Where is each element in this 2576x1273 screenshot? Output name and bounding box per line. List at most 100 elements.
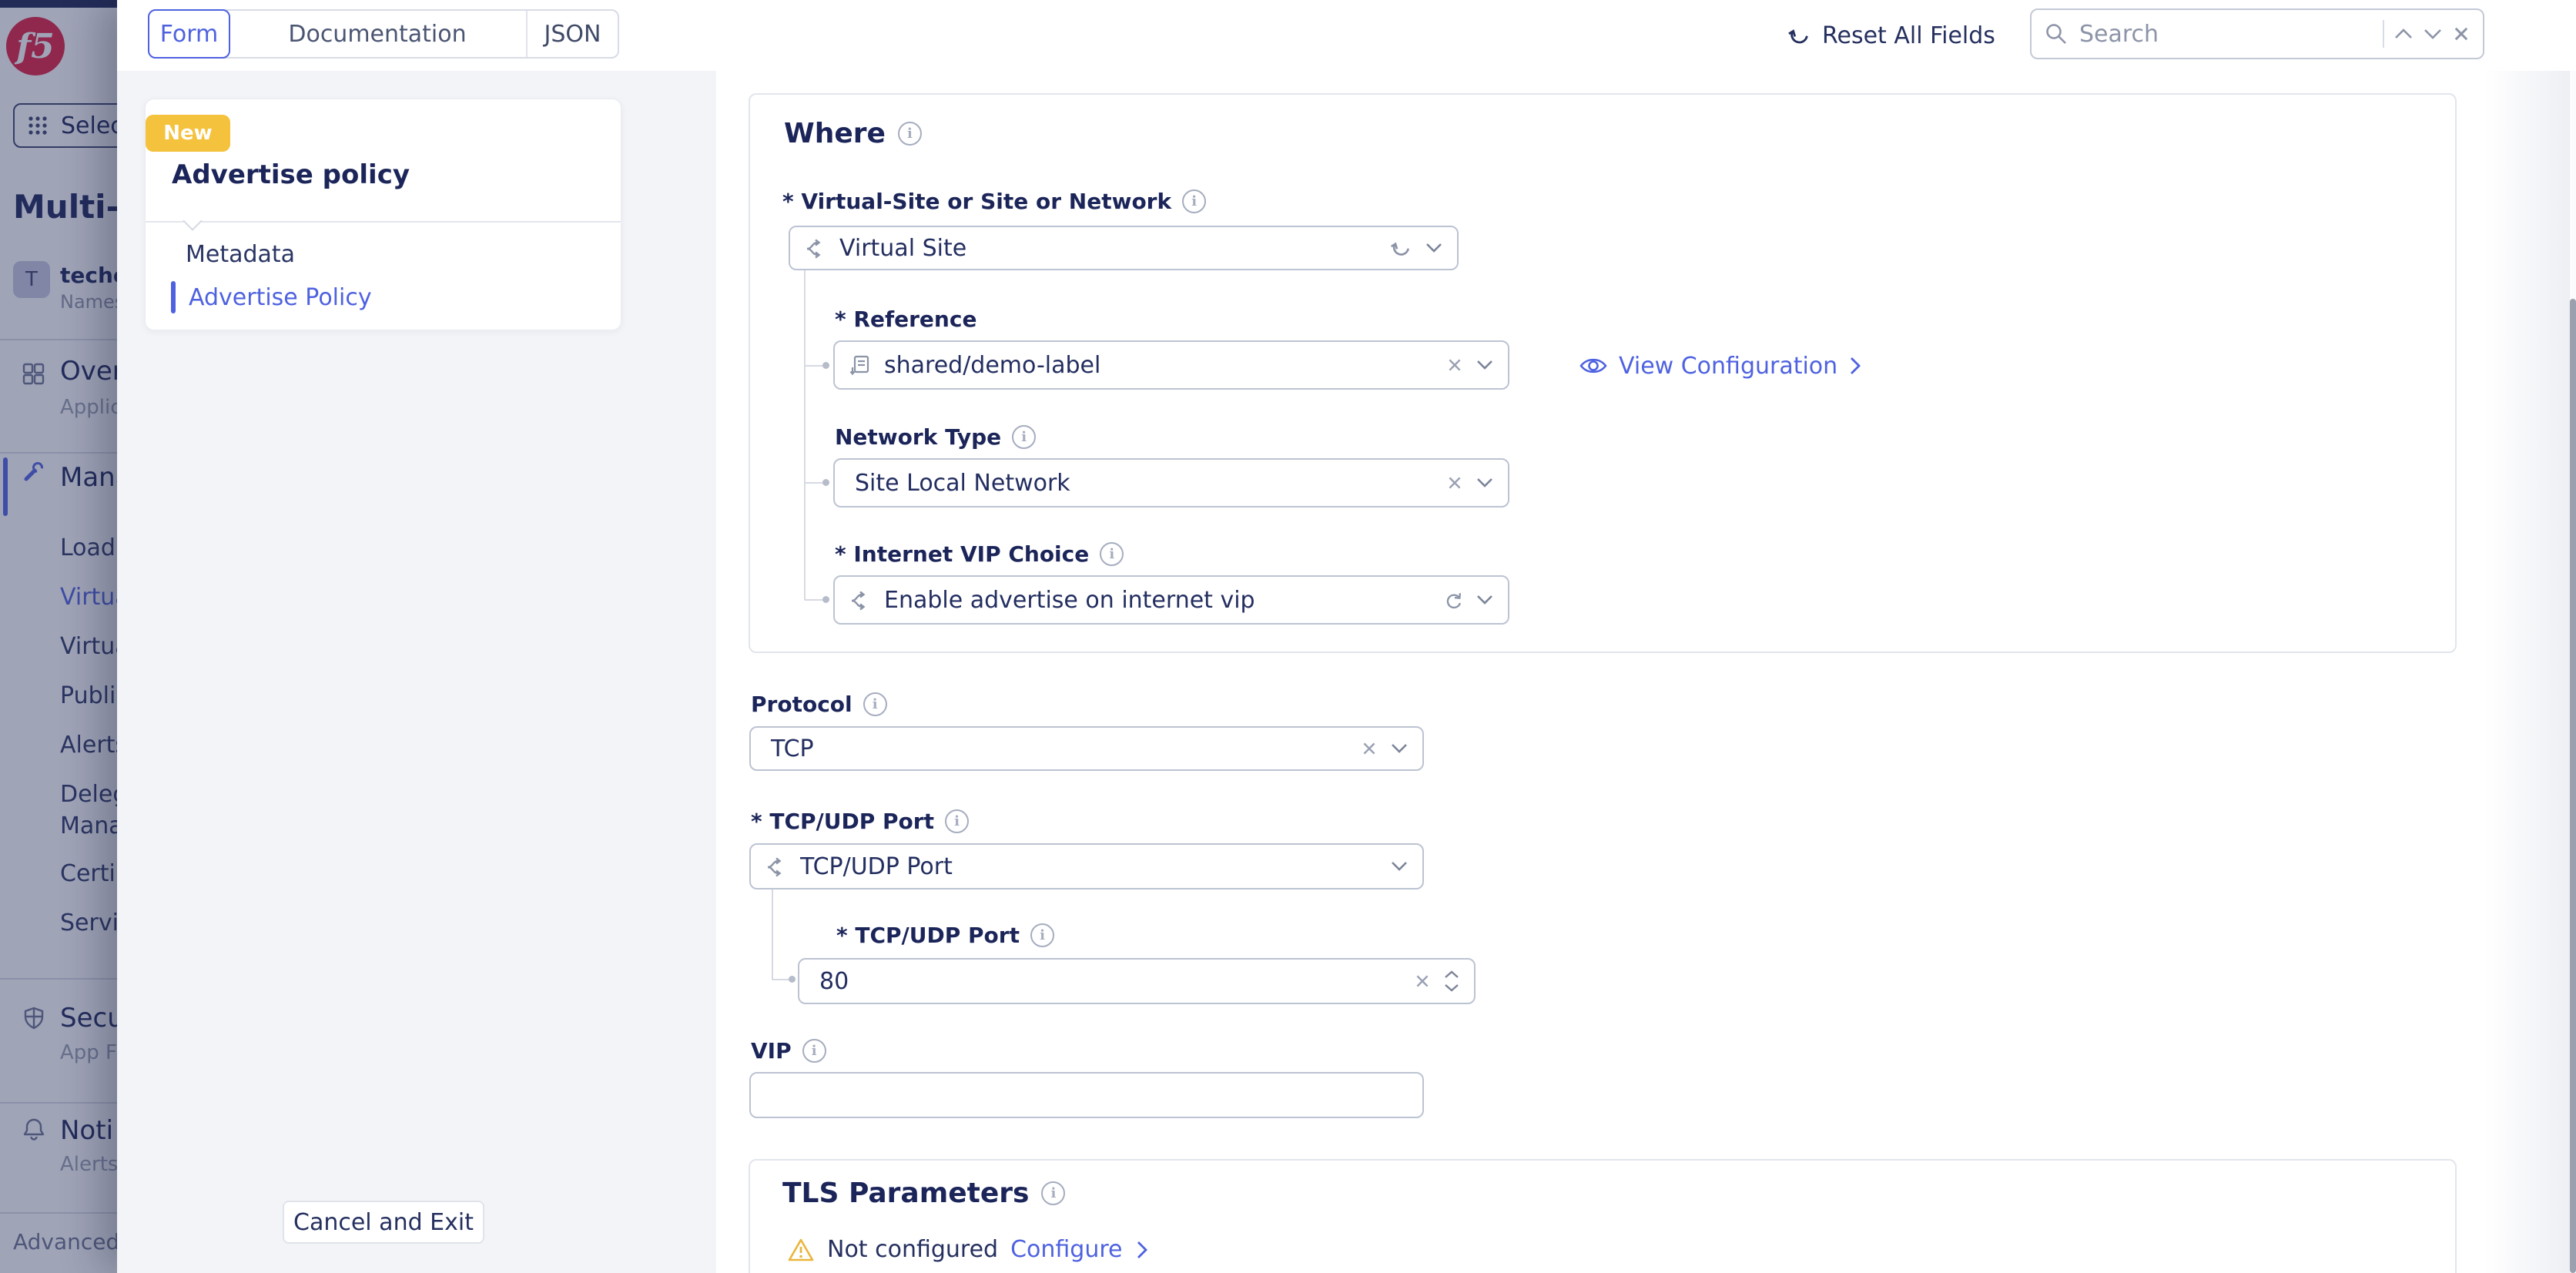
refresh-icon[interactable] <box>1442 589 1463 611</box>
reset-all-fields-button[interactable]: Reset All Fields <box>1785 0 1995 71</box>
protocol-select[interactable]: TCP <box>749 726 1424 771</box>
info-icon[interactable]: i <box>945 809 969 833</box>
screen: f5 Select Multi-Cl T techo Names Over Ap… <box>0 0 2576 1273</box>
clear-icon[interactable] <box>1361 740 1378 757</box>
search-next-icon[interactable] <box>2423 27 2443 41</box>
stepper-item-advertise-policy[interactable]: Advertise Policy <box>189 284 372 311</box>
info-icon[interactable]: i <box>802 1039 826 1063</box>
clear-icon[interactable] <box>1446 357 1463 374</box>
info-icon[interactable]: i <box>1030 923 1054 947</box>
scrollbar-thumb[interactable] <box>2570 299 2576 1273</box>
tree-connector <box>772 889 773 980</box>
info-icon[interactable]: i <box>898 122 922 146</box>
one-of-branch-icon <box>765 855 788 878</box>
drawer-body: New Advertise policy Metadata Advertise … <box>117 71 2576 1273</box>
search-prev-icon[interactable] <box>2393 27 2414 41</box>
chevron-right-icon <box>1135 1240 1149 1260</box>
stepper-card: New Advertise policy Metadata Advertise … <box>145 99 621 330</box>
search-input[interactable] <box>2078 20 2373 49</box>
stepper-up-icon[interactable] <box>1443 970 1460 980</box>
tls-heading: TLS Parameters i <box>782 1178 1065 1209</box>
search-close-icon[interactable] <box>2452 25 2470 43</box>
stepper-column: New Advertise policy Metadata Advertise … <box>117 71 716 1273</box>
one-of-branch-icon <box>849 588 872 611</box>
tls-parameters-section: TLS Parameters i Not configured Configur… <box>749 1159 2457 1273</box>
port-choice-value: TCP/UDP Port <box>800 853 1378 880</box>
vip-label: VIP i <box>751 1038 826 1064</box>
reference-doc-icon <box>849 353 872 377</box>
search-divider <box>2383 20 2384 48</box>
tree-connector-dot <box>789 976 796 983</box>
warning-icon <box>787 1237 815 1263</box>
view-configuration-link[interactable]: View Configuration <box>1579 349 1862 383</box>
chevron-right-icon <box>1848 356 1862 376</box>
number-stepper <box>1443 970 1460 993</box>
port-number-input[interactable] <box>813 967 1402 996</box>
stepper-item-metadata[interactable]: Metadata <box>186 241 295 268</box>
view-configuration-label: View Configuration <box>1619 353 1837 380</box>
clear-icon[interactable] <box>1446 474 1463 491</box>
collapse-notch-icon[interactable] <box>183 211 202 230</box>
tab-json[interactable]: JSON <box>528 11 618 57</box>
internet-vip-label: * Internet VIP Choice i <box>835 541 1124 567</box>
network-type-value: Site Local Network <box>849 470 1434 497</box>
revert-icon[interactable] <box>1388 236 1412 260</box>
divider <box>146 221 621 223</box>
where-section: Where i * Virtual-Site or Site or Networ… <box>749 93 2457 653</box>
app-sidebar: f5 Select Multi-Cl T techo Names Over Ap… <box>0 0 117 1273</box>
stepper-title: Advertise policy <box>172 159 410 190</box>
reference-value: shared/demo-label <box>884 352 1434 379</box>
info-icon[interactable]: i <box>1100 542 1124 566</box>
chevron-down-icon[interactable] <box>1390 860 1409 873</box>
where-heading: Where i <box>784 118 922 149</box>
internet-vip-value: Enable advertise on internet vip <box>884 587 1429 614</box>
protocol-label: Protocol i <box>751 692 887 717</box>
chevron-down-icon[interactable] <box>1476 477 1494 489</box>
search-box <box>2030 8 2484 59</box>
where-title: Where <box>784 118 886 149</box>
info-icon[interactable]: i <box>1182 189 1206 213</box>
new-badge: New <box>146 115 230 152</box>
form-column: Where i * Virtual-Site or Site or Networ… <box>716 71 2576 1273</box>
port-choice-label: * TCP/UDP Port i <box>751 809 969 834</box>
chevron-down-icon[interactable] <box>1390 742 1409 755</box>
cancel-and-exit-button[interactable]: Cancel and Exit <box>283 1201 484 1244</box>
tree-connector <box>804 270 806 600</box>
reference-label: * Reference <box>835 307 976 332</box>
network-type-label: Network Type i <box>835 424 1036 450</box>
protocol-value: TCP <box>765 735 1348 762</box>
info-icon[interactable]: i <box>1041 1181 1065 1205</box>
info-icon[interactable]: i <box>1012 425 1036 449</box>
tab-form[interactable]: Form <box>148 9 230 59</box>
undo-icon <box>1785 22 1811 49</box>
port-choice-select[interactable]: TCP/UDP Port <box>749 843 1424 889</box>
one-of-branch-icon <box>804 236 827 260</box>
internet-vip-select[interactable]: Enable advertise on internet vip <box>833 575 1509 625</box>
virtual-site-label: * Virtual-Site or Site or Network i <box>782 189 1206 214</box>
search-icon <box>2044 22 2069 46</box>
info-icon[interactable]: i <box>863 692 887 716</box>
reset-label: Reset All Fields <box>1822 22 1995 49</box>
port-number-label: * TCP/UDP Port i <box>836 923 1054 948</box>
stepper-down-icon[interactable] <box>1443 983 1460 993</box>
chevron-down-icon[interactable] <box>1476 359 1494 371</box>
tree-connector-dot <box>822 596 829 603</box>
network-type-select[interactable]: Site Local Network <box>833 458 1509 508</box>
port-number-field <box>798 958 1476 1004</box>
eye-icon <box>1579 354 1608 377</box>
config-drawer: Form Documentation JSON Reset All Fields <box>117 0 2576 1273</box>
stepper-active-bar <box>171 281 176 313</box>
vip-input[interactable] <box>765 1081 1409 1110</box>
tls-status-text: Not configured <box>827 1236 998 1263</box>
vip-field <box>749 1072 1424 1118</box>
chevron-down-icon[interactable] <box>1476 594 1494 606</box>
scrollbar-track[interactable] <box>2570 71 2576 1273</box>
tls-configure-link[interactable]: Configure <box>1010 1236 1122 1263</box>
chevron-down-icon[interactable] <box>1425 242 1443 254</box>
clear-icon[interactable] <box>1414 973 1431 990</box>
reference-select[interactable]: shared/demo-label <box>833 340 1509 390</box>
virtual-site-value: Virtual Site <box>839 235 1375 262</box>
tree-connector-dot <box>822 362 829 369</box>
virtual-site-select[interactable]: Virtual Site <box>789 226 1459 270</box>
tab-documentation[interactable]: Documentation <box>229 11 528 57</box>
